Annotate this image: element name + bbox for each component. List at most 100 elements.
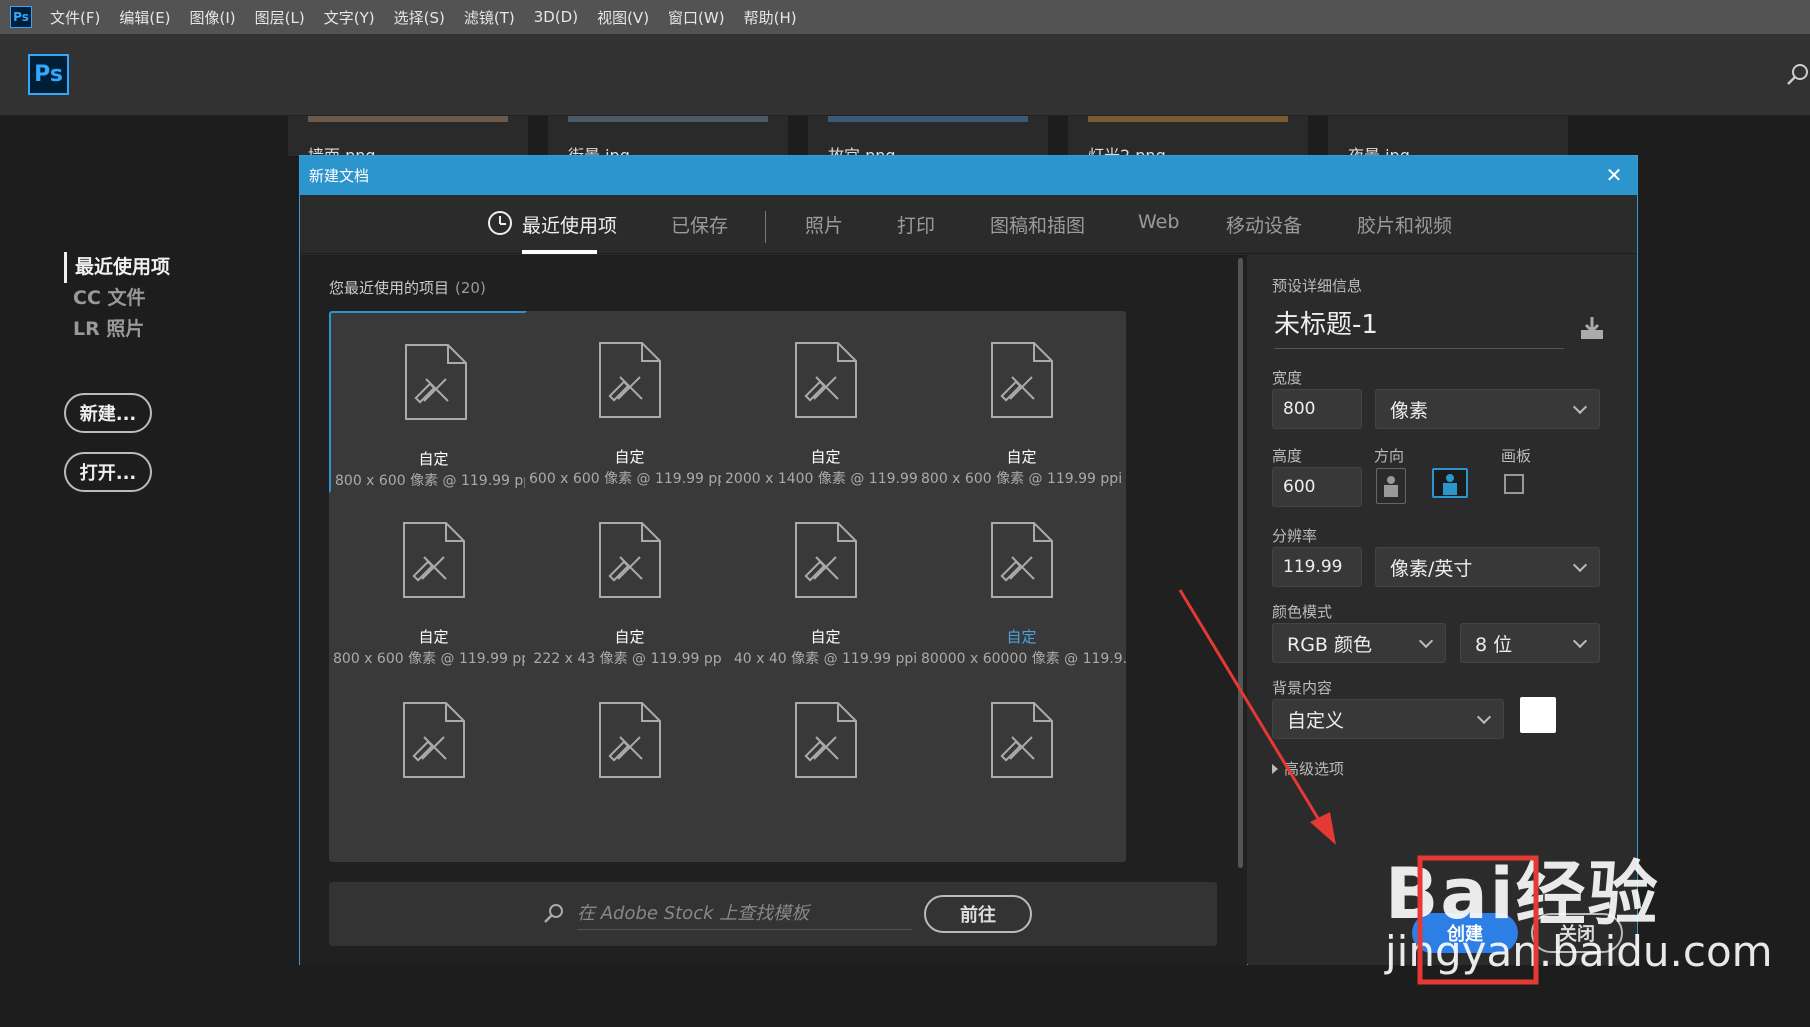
- portrait-orientation-icon[interactable]: [1376, 468, 1406, 504]
- background-file-4[interactable]: 灯光2.png: [1068, 116, 1308, 165]
- menu-edit[interactable]: 编辑(E): [119, 7, 170, 28]
- document-icon: [402, 701, 466, 779]
- document-icon: [794, 701, 858, 779]
- resolution-unit-select[interactable]: 像素/英寸: [1375, 547, 1600, 587]
- document-icon: [990, 521, 1054, 599]
- clock-icon: [488, 211, 512, 235]
- preset-tabs: 最近使用项 已保存 照片 打印 图稿和插图 Web 移动设备 胶片和视频: [300, 195, 1637, 254]
- menu-select[interactable]: 选择(S): [394, 7, 445, 28]
- menu-window[interactable]: 窗口(W): [668, 7, 725, 28]
- preset-card[interactable]: [917, 671, 1126, 862]
- tab-recent[interactable]: 最近使用项: [522, 211, 617, 238]
- tab-web[interactable]: Web: [1138, 211, 1179, 233]
- app-header: Ps: [0, 34, 1810, 116]
- menu-layer[interactable]: 图层(L): [255, 7, 305, 28]
- recent-count: (20): [455, 279, 486, 297]
- recent-items-panel: 您最近使用的项目 (20) 自定 800 x 600 像素 @ 119.99 ppi…: [300, 255, 1247, 965]
- menu-3d[interactable]: 3D(D): [534, 8, 578, 26]
- preset-card[interactable]: 自定 40 x 40 像素 @ 119.99 ppi: [721, 491, 930, 682]
- dialog-title: 新建文档: [309, 167, 370, 185]
- left-nav: 最近使用项 CC 文件 LR 照片: [64, 252, 244, 345]
- menu-bar: Ps 文件(F) 编辑(E) 图像(I) 图层(L) 文字(Y) 选择(S) 滤…: [0, 0, 1810, 34]
- menu-type[interactable]: 文字(Y): [324, 7, 375, 28]
- document-icon: [402, 521, 466, 599]
- active-tab-indicator: [522, 250, 597, 254]
- document-name-field[interactable]: 未标题-1: [1274, 305, 1564, 349]
- go-button[interactable]: 前往: [924, 895, 1032, 933]
- preset-card[interactable]: 自定 800 x 600 像素 @ 119.99 ppi: [329, 311, 538, 502]
- save-preset-icon[interactable]: [1578, 315, 1606, 341]
- preset-card[interactable]: [329, 671, 538, 862]
- tab-print[interactable]: 打印: [897, 211, 935, 238]
- caret-right-icon: [1272, 764, 1278, 774]
- background-file-5[interactable]: 夜景.jpg: [1328, 116, 1568, 165]
- scrollbar[interactable]: [1238, 258, 1243, 868]
- width-label: 宽度: [1272, 369, 1303, 387]
- preset-card-title: 自定: [614, 448, 645, 466]
- width-unit-select[interactable]: 像素: [1375, 389, 1600, 429]
- bit-depth-select[interactable]: 8 位: [1460, 623, 1600, 663]
- photoshop-logo: Ps: [28, 54, 69, 95]
- document-icon: [598, 341, 662, 419]
- search-icon: [544, 904, 563, 923]
- preset-card-size: 800 x 600 像素 @ 119.99 ppi: [333, 651, 535, 667]
- tab-saved[interactable]: 已保存: [671, 211, 728, 238]
- close-icon[interactable]: ✕: [1601, 162, 1627, 188]
- menu-filter[interactable]: 滤镜(T): [464, 7, 515, 28]
- stock-search-input[interactable]: [577, 898, 912, 930]
- preset-card-title: 自定: [1006, 628, 1037, 646]
- open-button[interactable]: 打开...: [64, 452, 152, 492]
- background-file-3[interactable]: 故宫.png: [808, 116, 1048, 165]
- nav-lr-photos[interactable]: LR 照片: [64, 314, 244, 345]
- tab-film-video[interactable]: 胶片和视频: [1357, 211, 1452, 238]
- preset-card[interactable]: 自定 222 x 43 像素 @ 119.99 ppi: [525, 491, 734, 682]
- preset-card[interactable]: 自定 2000 x 1400 像素 @ 119.99 ppi: [721, 311, 930, 502]
- nav-cc-files[interactable]: CC 文件: [64, 283, 244, 314]
- resolution-input[interactable]: 119.99: [1272, 547, 1362, 587]
- preset-card[interactable]: [721, 671, 930, 862]
- document-icon: [598, 701, 662, 779]
- preset-card-title: 自定: [614, 628, 645, 646]
- color-mode-select[interactable]: RGB 颜色: [1272, 623, 1446, 663]
- preset-card-size: 80000 x 60000 像素 @ 119.9...: [921, 651, 1126, 667]
- dialog-titlebar: 新建文档 ✕: [300, 156, 1637, 195]
- new-button[interactable]: 新建...: [64, 393, 152, 433]
- preset-card-title: 自定: [418, 628, 449, 646]
- preset-card-size: 800 x 600 像素 @ 119.99 ppi: [335, 473, 536, 489]
- search-icon[interactable]: [1786, 62, 1810, 86]
- preset-card[interactable]: 自定 800 x 600 像素 @ 119.99 ppi: [329, 491, 538, 682]
- preset-card-title: 自定: [1006, 448, 1037, 466]
- preset-card[interactable]: 自定 80000 x 60000 像素 @ 119.9...: [917, 491, 1126, 682]
- advanced-options-toggle[interactable]: 高级选项: [1272, 758, 1344, 779]
- preset-card-title: 自定: [418, 450, 449, 468]
- document-icon: [990, 701, 1054, 779]
- document-icon: [598, 521, 662, 599]
- background-file-1[interactable]: 墙面.png: [288, 116, 528, 165]
- height-input[interactable]: 600: [1272, 467, 1362, 507]
- tab-art-illustration[interactable]: 图稿和插图: [990, 211, 1085, 238]
- nav-recent[interactable]: 最近使用项: [64, 252, 244, 283]
- background-color-swatch[interactable]: [1520, 697, 1556, 733]
- tab-mobile[interactable]: 移动设备: [1226, 211, 1302, 238]
- landscape-orientation-icon[interactable]: [1432, 468, 1468, 498]
- color-mode-label: 颜色模式: [1272, 603, 1333, 621]
- baidu-jingyan-watermark: Bai经验 jingyan.baidu.com: [1385, 853, 1773, 976]
- menu-view[interactable]: 视图(V): [597, 7, 649, 28]
- tab-photo[interactable]: 照片: [805, 211, 843, 238]
- menu-help[interactable]: 帮助(H): [744, 7, 797, 28]
- preset-card[interactable]: [525, 671, 734, 862]
- preset-card-size: 800 x 600 像素 @ 119.99 ppi: [921, 471, 1123, 487]
- document-icon: [794, 341, 858, 419]
- chevron-down-icon: [1572, 633, 1588, 649]
- menu-file[interactable]: 文件(F): [50, 7, 100, 28]
- preset-card[interactable]: 自定 600 x 600 像素 @ 119.99 ppi: [525, 311, 734, 502]
- preset-card-size: 2000 x 1400 像素 @ 119.99 ppi: [725, 471, 930, 487]
- background-file-2[interactable]: 街景.jpg: [548, 116, 788, 165]
- artboard-checkbox[interactable]: [1504, 474, 1524, 494]
- preset-card[interactable]: 自定 800 x 600 像素 @ 119.99 ppi: [917, 311, 1126, 502]
- background-select[interactable]: 自定义: [1272, 699, 1504, 739]
- background-label: 背景内容: [1272, 679, 1333, 697]
- preset-card-title: 自定: [810, 628, 841, 646]
- menu-image[interactable]: 图像(I): [190, 7, 236, 28]
- width-input[interactable]: 800: [1272, 389, 1362, 429]
